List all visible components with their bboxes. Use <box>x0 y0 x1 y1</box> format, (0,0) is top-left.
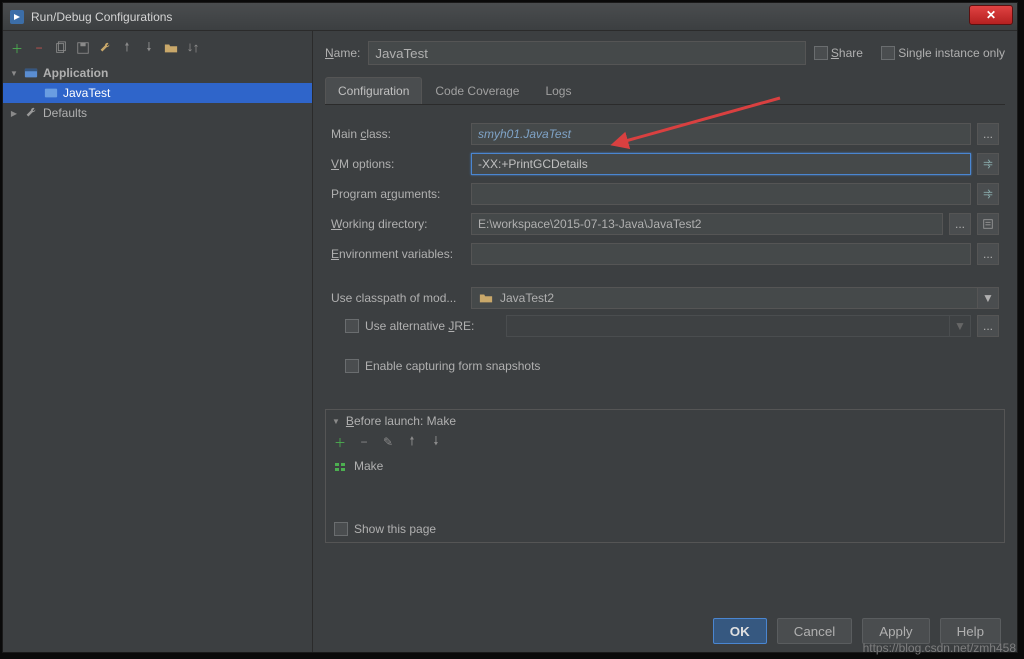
tab-logs[interactable]: Logs <box>532 77 584 104</box>
add-icon[interactable]: ＋ <box>332 434 348 450</box>
folder-icon[interactable] <box>163 40 179 56</box>
collapse-icon[interactable]: ▼ <box>332 417 340 426</box>
program-args-input[interactable] <box>471 183 971 205</box>
browse-jre-button[interactable]: ... <box>977 315 999 337</box>
titlebar: Run/Debug Configurations ✕ <box>3 3 1017 31</box>
config-tree: ▼ Application JavaTest ▶ Defaults <box>3 61 312 648</box>
application-icon <box>23 65 39 81</box>
expand-vm-options-button[interactable] <box>977 153 999 175</box>
remove-icon[interactable]: − <box>31 40 47 56</box>
classpath-label: Use classpath of mod... <box>331 291 465 305</box>
window-title: Run/Debug Configurations <box>31 10 969 24</box>
tab-code-coverage[interactable]: Code Coverage <box>422 77 532 104</box>
list-item[interactable]: Make <box>332 457 998 475</box>
before-launch-list[interactable]: Make <box>326 452 1004 516</box>
tree-label: JavaTest <box>63 86 110 100</box>
classpath-combo[interactable]: JavaTest2 <box>471 287 977 309</box>
snapshots-label: Enable capturing form snapshots <box>365 359 540 373</box>
tree-node-defaults[interactable]: ▶ Defaults <box>3 103 312 123</box>
chevron-down-icon[interactable]: ▼ <box>977 287 999 309</box>
wrench-icon <box>23 105 39 121</box>
vm-options-input[interactable] <box>471 153 971 175</box>
history-working-dir-button[interactable] <box>977 213 999 235</box>
up-icon[interactable]: 🠕 <box>404 434 420 450</box>
edit-icon[interactable]: ✎ <box>380 434 396 450</box>
before-launch-header: Before launch: Make <box>346 414 456 428</box>
vm-options-label: VM options: <box>331 157 465 171</box>
tree-node-javatest[interactable]: JavaTest <box>3 83 312 103</box>
tab-configuration[interactable]: Configuration <box>325 77 422 104</box>
single-instance-checkbox[interactable]: Single instance only <box>881 46 1005 61</box>
name-input[interactable] <box>368 41 805 65</box>
browse-working-dir-button[interactable]: ... <box>949 213 971 235</box>
down-icon[interactable]: 🠗 <box>428 434 444 450</box>
chevron-down-icon: ▼ <box>949 315 971 337</box>
save-icon[interactable] <box>75 40 91 56</box>
browse-env-vars-button[interactable]: ... <box>977 243 999 265</box>
alt-jre-combo <box>506 315 949 337</box>
env-vars-input[interactable] <box>471 243 971 265</box>
alt-jre-label: Use alternative JRE: <box>365 319 474 333</box>
working-dir-label: Working directory: <box>331 217 465 231</box>
run-config-icon <box>43 85 59 101</box>
share-checkbox[interactable]: Share <box>814 46 863 61</box>
help-button[interactable]: Help <box>940 618 1001 644</box>
cancel-button[interactable]: Cancel <box>777 618 853 644</box>
tree-node-application[interactable]: ▼ Application <box>3 63 312 83</box>
sidebar-toolbar: ＋ − 🠕 🠗 <box>3 35 312 61</box>
browse-main-class-button[interactable]: ... <box>977 123 999 145</box>
before-launch-section: ▼ Before launch: Make ＋ − ✎ 🠕 🠗 Make <box>325 409 1005 543</box>
expand-program-args-button[interactable] <box>977 183 999 205</box>
tree-label: Application <box>43 66 108 80</box>
working-dir-input[interactable] <box>471 213 943 235</box>
close-button[interactable]: ✕ <box>969 5 1013 25</box>
sidebar: ＋ − 🠕 🠗 ▼ Application JavaTest <box>3 31 313 652</box>
app-icon <box>9 9 25 25</box>
make-icon <box>332 458 348 474</box>
env-vars-label: Environment variables: <box>331 247 465 261</box>
expand-icon[interactable]: ▶ <box>9 109 19 118</box>
dialog-window: Run/Debug Configurations ✕ ＋ − 🠕 🠗 ▼ App… <box>2 2 1018 653</box>
show-page-label: Show this page <box>354 522 436 536</box>
name-label: Name: <box>325 46 360 60</box>
expand-icon[interactable]: ▼ <box>9 69 19 78</box>
wrench-icon[interactable] <box>97 40 113 56</box>
before-launch-toolbar: ＋ − ✎ 🠕 🠗 <box>326 432 1004 452</box>
list-item-label: Make <box>354 459 383 473</box>
add-icon[interactable]: ＋ <box>9 40 25 56</box>
down-icon[interactable]: 🠗 <box>141 40 157 56</box>
main-panel: Name: Share Single instance only Configu… <box>313 31 1017 652</box>
show-page-checkbox[interactable] <box>334 522 348 536</box>
main-class-input[interactable] <box>471 123 971 145</box>
sort-icon[interactable] <box>185 40 201 56</box>
remove-icon[interactable]: − <box>356 434 372 450</box>
up-icon[interactable]: 🠕 <box>119 40 135 56</box>
apply-button[interactable]: Apply <box>862 618 929 644</box>
alt-jre-checkbox[interactable] <box>345 319 359 333</box>
ok-button[interactable]: OK <box>713 618 767 644</box>
program-args-label: Program arguments: <box>331 187 465 201</box>
snapshots-checkbox[interactable] <box>345 359 359 373</box>
copy-icon[interactable] <box>53 40 69 56</box>
tree-label: Defaults <box>43 106 87 120</box>
main-class-label: Main class: <box>331 127 465 141</box>
tabs: Configuration Code Coverage Logs <box>325 77 1005 105</box>
module-icon <box>478 290 494 306</box>
